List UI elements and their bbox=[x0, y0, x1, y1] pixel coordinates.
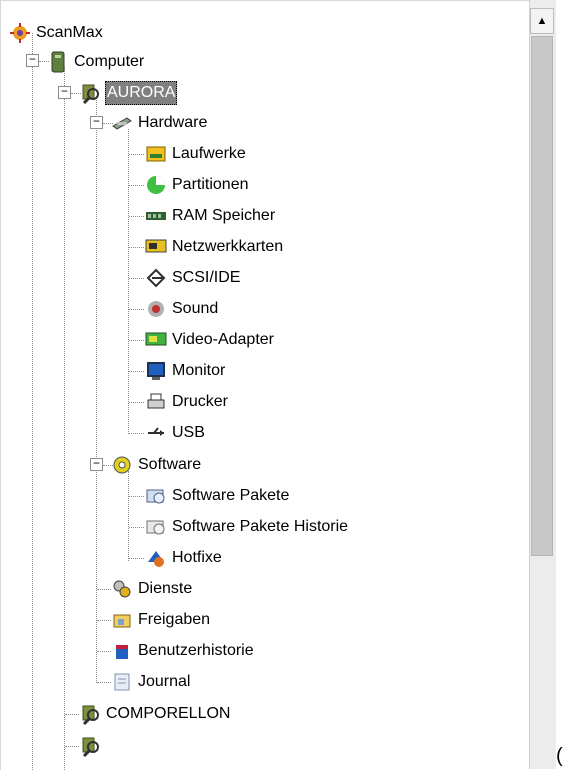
tree-item-label: Partitionen bbox=[172, 176, 249, 193]
hardware-icon bbox=[111, 112, 133, 134]
tree-item-scanmax[interactable]: ScanMax bbox=[9, 21, 104, 45]
scroll-up-button[interactable]: ▲ bbox=[530, 8, 554, 34]
network-card-icon bbox=[145, 236, 167, 258]
expand-toggle[interactable]: − bbox=[26, 54, 39, 67]
monitor-icon bbox=[145, 360, 167, 382]
tree-item-hardware[interactable]: Hardware bbox=[111, 111, 208, 135]
computer-tower-icon bbox=[47, 51, 69, 73]
services-gears-icon bbox=[111, 578, 133, 600]
tree-item-drucker[interactable]: Drucker bbox=[145, 390, 229, 414]
cd-icon bbox=[111, 454, 133, 476]
tree-item-label: Computer bbox=[74, 53, 145, 70]
usb-icon bbox=[145, 422, 167, 444]
tree-item-dienste[interactable]: Dienste bbox=[111, 577, 193, 601]
tree-item-sound[interactable]: Sound bbox=[145, 297, 219, 321]
tree-item-usb[interactable]: USB bbox=[145, 421, 206, 445]
tree-item-netzwerkkarten[interactable]: Netzwerkkarten bbox=[145, 235, 284, 259]
user-history-icon bbox=[111, 640, 133, 662]
computer-magnifier-icon bbox=[79, 735, 101, 757]
scsi-icon bbox=[145, 267, 167, 289]
tree-item-hotfixe[interactable]: Hotfixe bbox=[145, 546, 223, 570]
tree-item-computer-partial[interactable] bbox=[79, 734, 105, 758]
tree-item-label: RAM Speicher bbox=[172, 207, 276, 224]
tree-item-label: Sound bbox=[172, 300, 219, 317]
hotfix-icon bbox=[145, 547, 167, 569]
tree-item-label: Hotfixe bbox=[172, 549, 222, 566]
tree-item-freigaben[interactable]: Freigaben bbox=[111, 608, 211, 632]
printer-icon bbox=[145, 391, 167, 413]
tree-item-label: Drucker bbox=[172, 393, 229, 410]
tree-view[interactable]: ScanMax − Computer − AURORA − Hardware L… bbox=[0, 0, 530, 770]
tree-item-benutzerhistorie[interactable]: Benutzerhistorie bbox=[111, 639, 255, 663]
speaker-icon bbox=[145, 298, 167, 320]
tree-item-label: AURORA bbox=[105, 81, 178, 105]
tree-item-video-adapter[interactable]: Video-Adapter bbox=[145, 328, 275, 352]
drive-icon bbox=[145, 143, 167, 165]
tree-item-partitionen[interactable]: Partitionen bbox=[145, 173, 250, 197]
tree-item-label: Laufwerke bbox=[172, 145, 246, 162]
arrow-up-icon: ▲ bbox=[536, 15, 548, 27]
tree-item-label: Software Pakete Historie bbox=[172, 518, 349, 535]
tree-item-label: Netzwerkkarten bbox=[172, 238, 284, 255]
tree-item-label: Software bbox=[138, 456, 202, 473]
tree-item-label: Video-Adapter bbox=[172, 331, 274, 348]
tree-item-monitor[interactable]: Monitor bbox=[145, 359, 226, 383]
package-history-icon bbox=[145, 516, 167, 538]
computer-magnifier-icon bbox=[79, 82, 101, 104]
expand-toggle[interactable]: − bbox=[90, 116, 103, 129]
tree-item-label: Dienste bbox=[138, 580, 193, 597]
journal-icon bbox=[111, 671, 133, 693]
tree-item-scsi-ide[interactable]: SCSI/IDE bbox=[145, 266, 241, 290]
tree-item-label: Journal bbox=[138, 673, 191, 690]
tree-item-aurora[interactable]: AURORA bbox=[79, 81, 178, 105]
shared-folder-icon bbox=[111, 609, 133, 631]
tree-item-label: Hardware bbox=[138, 114, 208, 131]
tree-item-software-pakete[interactable]: Software Pakete bbox=[145, 484, 290, 508]
corner-glyph: ( bbox=[556, 745, 563, 767]
tree-item-label: Monitor bbox=[172, 362, 226, 379]
tree-item-label: COMPORELLON bbox=[106, 705, 231, 722]
tree-item-comporellon[interactable]: COMPORELLON bbox=[79, 702, 231, 726]
package-icon bbox=[145, 485, 167, 507]
tree-item-label: Benutzerhistorie bbox=[138, 642, 254, 659]
computer-magnifier-icon bbox=[79, 703, 101, 725]
tree-item-journal[interactable]: Journal bbox=[111, 670, 191, 694]
gear-star-icon bbox=[9, 22, 31, 44]
tree-item-ram-speicher[interactable]: RAM Speicher bbox=[145, 204, 276, 228]
tree-item-software-pakete-historie[interactable]: Software Pakete Historie bbox=[145, 515, 349, 539]
tree-item-label: ScanMax bbox=[36, 24, 103, 41]
video-card-icon bbox=[145, 329, 167, 351]
tree-item-laufwerke[interactable]: Laufwerke bbox=[145, 142, 247, 166]
tree-item-label: Software Pakete bbox=[172, 487, 290, 504]
vertical-scrollbar[interactable]: ▲ bbox=[529, 0, 556, 769]
scroll-thumb[interactable] bbox=[531, 36, 553, 556]
expand-toggle[interactable]: − bbox=[58, 86, 71, 99]
tree-item-software[interactable]: Software bbox=[111, 453, 202, 477]
tree-item-label: SCSI/IDE bbox=[172, 269, 241, 286]
tree-item-computer[interactable]: Computer bbox=[47, 50, 145, 74]
tree-item-label: USB bbox=[172, 424, 205, 441]
ram-icon bbox=[145, 205, 167, 227]
tree-item-label: Freigaben bbox=[138, 611, 211, 628]
expand-toggle[interactable]: − bbox=[90, 458, 103, 471]
pie-partition-icon bbox=[145, 174, 167, 196]
